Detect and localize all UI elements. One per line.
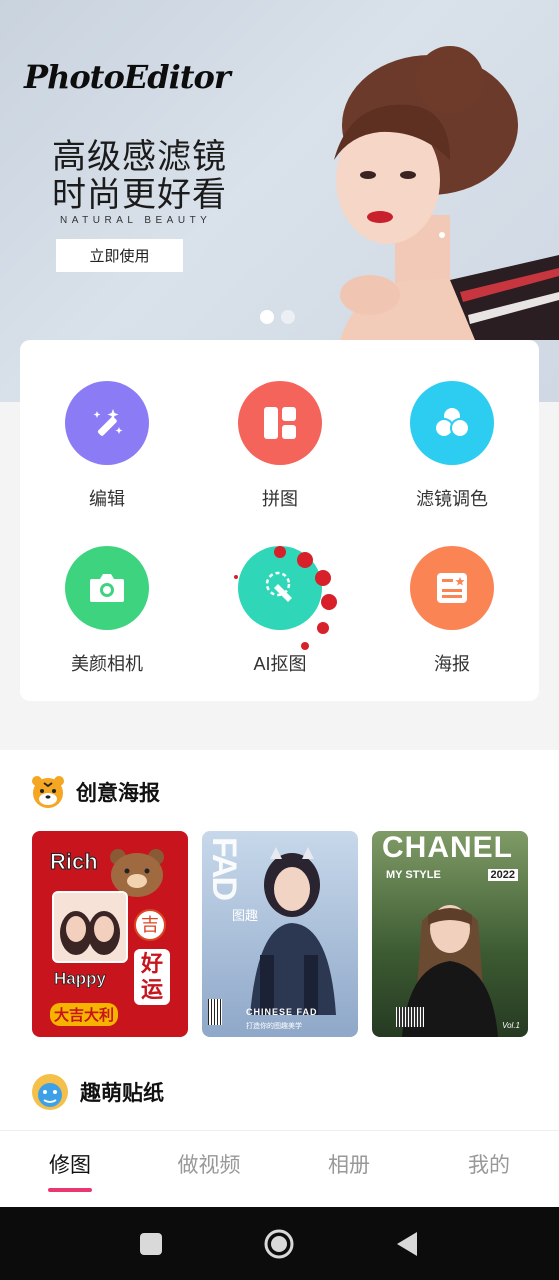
- stickers-title: 趣萌贴纸: [80, 1082, 164, 1105]
- active-tab-indicator: [48, 1188, 92, 1192]
- headline-line-2: 时尚更好看: [52, 176, 227, 214]
- poster-card-chanel[interactable]: CHANEL MY STYLE 2022 Vol.1: [372, 831, 528, 1037]
- poster2-barcode: [208, 999, 222, 1025]
- back-triangle-icon[interactable]: [390, 1227, 424, 1261]
- model-photo: [334, 46, 559, 340]
- banner-headline: 高级感滤镜 时尚更好看: [52, 138, 227, 214]
- carousel-indicator: [260, 310, 295, 324]
- posters-title: 创意海报: [76, 782, 160, 805]
- tool-label-poster: 海报: [434, 654, 470, 674]
- filter-circles-icon: [410, 381, 494, 465]
- poster1-big-text: 好运: [134, 949, 170, 1005]
- poster2-bottom-text: CHINESE FAD: [246, 1007, 318, 1017]
- poster-card-lucky[interactable]: Rich 吉 好运 Happy 大吉大利: [32, 831, 188, 1037]
- posters-header: 创意海报: [30, 774, 160, 810]
- tab-retouch[interactable]: 修图: [20, 1149, 120, 1179]
- creative-posters-section: 创意海报 Rich 吉 好运 Happy 大吉大利 FAD 图趣 CHINESE…: [0, 750, 559, 1130]
- poster1-photo: [52, 891, 128, 963]
- tool-filter[interactable]: 滤镜调色: [372, 381, 532, 531]
- poster3-subtitle: MY STYLE: [386, 869, 441, 881]
- ai-cutout-sparkle-dots: [234, 546, 337, 650]
- poster3-title: CHANEL: [382, 831, 513, 864]
- poster-icon: [410, 546, 494, 630]
- poster3-year: 2022: [487, 869, 518, 881]
- tab-mine[interactable]: 我的: [439, 1149, 539, 1179]
- tool-collage[interactable]: 拼图: [200, 381, 360, 531]
- carousel-dot-1[interactable]: [260, 310, 274, 324]
- tool-beauty-camera[interactable]: 美颜相机: [27, 546, 187, 696]
- camera-icon: [65, 546, 149, 630]
- tab-make-video[interactable]: 做视频: [159, 1149, 259, 1179]
- tools-card: 编辑 拼图 滤镜调色 美颜相机 AI抠图 海报: [20, 340, 539, 701]
- poster1-happy-text: Happy: [54, 969, 107, 989]
- tool-label-collage: 拼图: [262, 489, 298, 509]
- home-circle-icon[interactable]: [262, 1227, 296, 1261]
- poster3-barcode: [396, 1007, 424, 1027]
- bottom-tab-bar: 修图 做视频 相册 我的: [0, 1130, 559, 1207]
- poster1-badge: 吉: [134, 909, 166, 941]
- banner-subtitle: NATURAL BEAUTY: [60, 215, 212, 226]
- poster2-caption: 打造你的图趣美学: [246, 1023, 302, 1030]
- try-now-button[interactable]: 立即使用: [56, 239, 183, 272]
- tool-label-filter: 滤镜调色: [416, 489, 488, 509]
- tab-album[interactable]: 相册: [299, 1149, 399, 1179]
- stickers-header: 趣萌贴纸: [30, 1072, 164, 1112]
- carousel-dot-2[interactable]: [281, 310, 295, 324]
- collage-grid-icon: [238, 381, 322, 465]
- tiger-icon: [32, 776, 64, 808]
- tool-poster[interactable]: 海报: [372, 546, 532, 696]
- magic-wand-icon: [65, 381, 149, 465]
- tool-label-edit: 编辑: [89, 489, 125, 509]
- cute-mascot-icon: [32, 1074, 68, 1110]
- poster2-model-photo: [250, 847, 336, 1015]
- headline-line-1: 高级感滤镜: [52, 138, 227, 176]
- poster-card-fad[interactable]: FAD 图趣 CHINESE FAD 打造你的图趣美学: [202, 831, 358, 1037]
- app-logo: PhotoEditor: [24, 58, 231, 96]
- poster1-bottom-text: 大吉大利: [50, 1003, 119, 1026]
- poster3-corner-text: Vol.1: [502, 1021, 520, 1030]
- poster1-rich-text: Rich: [50, 849, 99, 875]
- tool-edit[interactable]: 编辑: [27, 381, 187, 531]
- system-navigation-bar: [0, 1207, 559, 1280]
- tool-label-beauty-camera: 美颜相机: [71, 654, 143, 674]
- recents-square-icon[interactable]: [134, 1227, 168, 1261]
